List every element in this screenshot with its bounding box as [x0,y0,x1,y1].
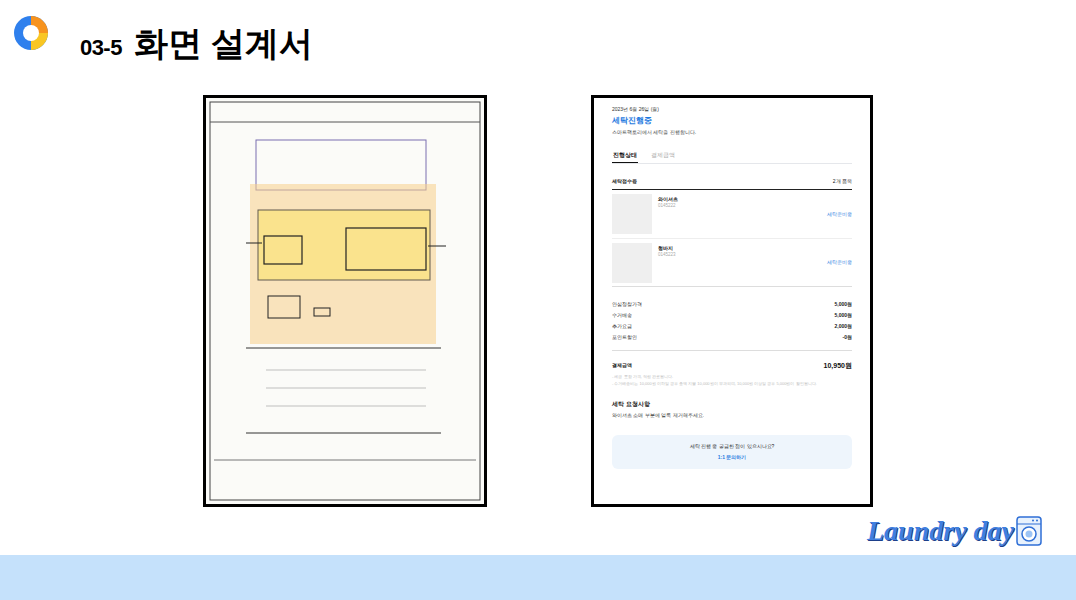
date: 2023년 6월 26일 (월) [612,106,852,113]
slide-title: 화면 설계서 [134,18,313,69]
slide: 03-5 화면 설계서 2023년 6월 26일 (월) 세탁진행중스마트팩토리에서 … [0,0,1076,600]
item-name: 청바지 [658,245,676,252]
item-code: 0145223 [658,252,676,258]
price-row: 추가요금 2,000원 [612,323,852,330]
item-photo [612,194,652,234]
note: - 세금 포함 가격, 적립 완료됩니다. [612,373,852,380]
price-row: 안심정찰가격 5,000원 [612,301,852,308]
total-row: 결제금액 10,950원 [612,361,852,370]
tab[interactable]: 진행상태 [612,151,638,163]
price-value: 5,000원 [834,312,852,319]
price-row: 포인트할인 -0원 [612,334,852,341]
price-row: 수거배송 5,000원 [612,312,852,319]
mobile-mockup: 2023년 6월 26일 (월) 세탁진행중스마트팩토리에서 세탁을 진행합니다.… [591,95,873,507]
slide-title-group: 03-5 화면 설계서 [80,18,313,69]
help-link[interactable]: 1:1 문의하기 [718,454,747,461]
price-value: 5,000원 [834,301,852,308]
item-info: 청바지0145223 [658,245,676,258]
request-title: 세탁 요청사항 [612,401,852,408]
help-question: 세탁 진행 중 궁금한 점이 있으시나요? [690,443,775,450]
item-code: 0145222 [658,203,678,209]
total-value: 10,950원 [824,361,852,370]
washing-machine-icon [1016,516,1042,546]
sketch-photo [203,95,487,507]
note: - 수거배송비는 10,000원 이하일 경우 총액 지불 10,000원이 부… [612,380,852,387]
item-name: 와이셔츠 [658,196,678,203]
brand-logo: Laundry day [867,515,1014,547]
help-box: 세탁 진행 중 궁금한 점이 있으시나요? 1:1 문의하기 [612,435,852,469]
price-label: 추가요금 [612,323,632,330]
item-list: 와이셔츠0145222세탁준비중청바지0145223세탁준비중 [612,190,852,287]
item-status: 세탁준비중 [827,259,852,266]
item-status: 세탁준비중 [827,211,852,218]
status-title: 세탁진행중 [612,116,852,126]
receipt-count: 2개 품목 [833,178,852,185]
footer-band [0,555,1076,600]
receipt-header: 세탁접수증 2개 품목 [612,178,852,190]
section-number: 03-5 [80,31,122,64]
tab[interactable]: 결제금액 [650,151,676,163]
price-label: 포인트할인 [612,334,637,341]
laundry-item[interactable]: 청바지0145223 세탁준비중 [612,238,852,286]
slide-header: 03-5 화면 설계서 [0,0,1076,95]
item-photo [612,243,652,283]
notes: - 세금 포함 가격, 적립 완료됩니다.- 수거배송비는 10,000원 이하… [612,373,852,387]
total-label: 결제금액 [612,362,632,369]
request-text: 와이셔츠 소매 부분에 얼룩 제거해주세요. [612,412,852,419]
tab-bar: 진행상태 결제금액 [612,151,852,164]
price-label: 수거배송 [612,312,632,319]
status-subtitle: 스마트팩토리에서 세탁을 진행합니다. [612,129,852,136]
wireframe-sketch-icon [206,98,484,504]
price-label: 안심정찰가격 [612,301,642,308]
price-value: -0원 [843,334,852,341]
receipt-label: 세탁접수증 [612,178,637,185]
price-list: 안심정찰가격5,000원수거배송5,000원추가요금2,000원포인트할인-0원 [612,301,852,351]
item-info: 와이셔츠0145222 [658,196,678,209]
brand-row: Laundry day [0,507,1076,555]
content-row: 2023년 6월 26일 (월) 세탁진행중스마트팩토리에서 세탁을 진행합니다.… [0,95,1076,507]
laundry-item[interactable]: 와이셔츠0145222 세탁준비중 [612,190,852,238]
app-logo-icon [12,14,50,52]
price-value: 2,000원 [834,323,852,330]
